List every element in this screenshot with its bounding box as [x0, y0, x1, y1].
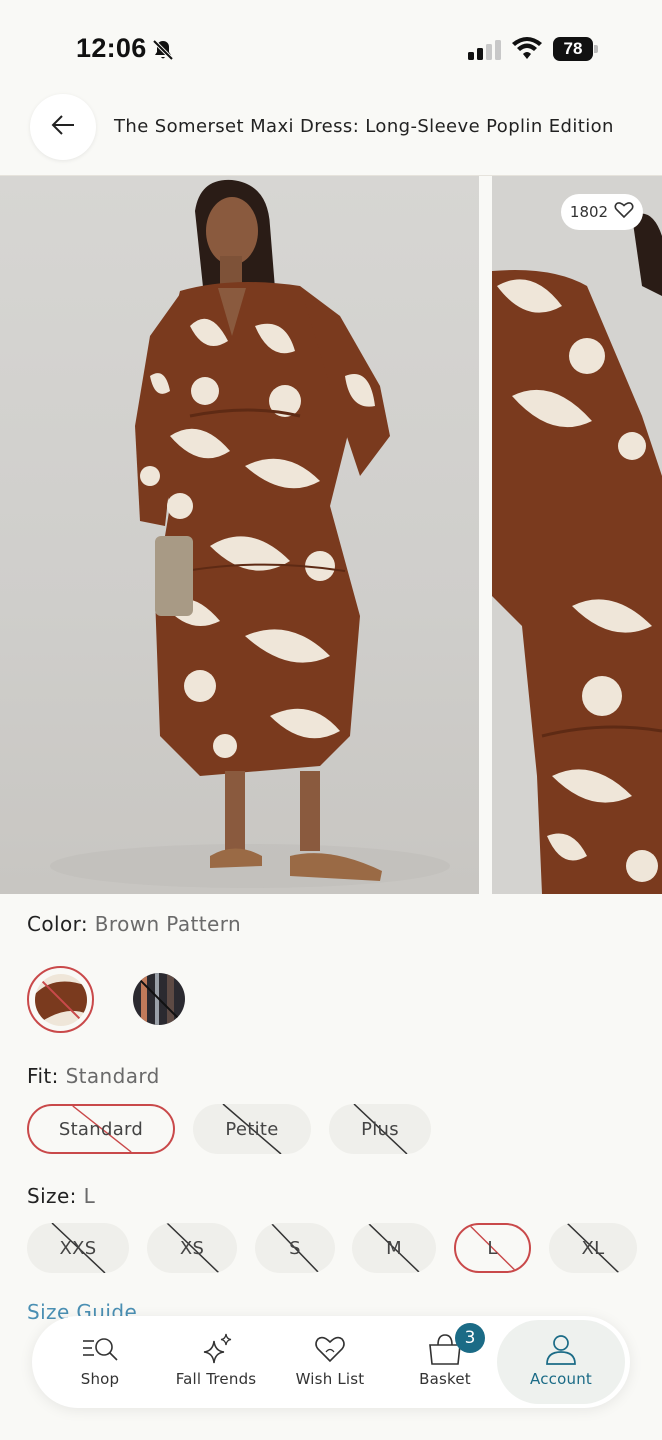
user-icon: [545, 1332, 577, 1366]
color-value: Brown Pattern: [94, 912, 242, 936]
size-option-label: M: [386, 1237, 402, 1259]
like-count: 1802: [569, 203, 609, 221]
size-label-text: Size:: [27, 1184, 77, 1208]
size-option-xl[interactable]: XL: [549, 1223, 637, 1273]
size-option-label: XS: [179, 1237, 205, 1259]
fit-option-label: Petite: [225, 1118, 279, 1140]
size-option-m[interactable]: M: [352, 1223, 436, 1273]
nav-label: Fall Trends: [175, 1370, 257, 1388]
product-header: The Somerset Maxi Dress: Long-Sleeve Pop…: [0, 90, 662, 176]
battery-icon: 78: [553, 37, 599, 61]
battery-level: 78: [553, 37, 593, 61]
color-label-text: Color:: [27, 912, 89, 936]
product-gallery[interactable]: [0, 176, 662, 894]
nav-item-wish-list[interactable]: Wish List: [290, 1316, 370, 1408]
nav-label: Shop: [80, 1370, 120, 1388]
like-button[interactable]: 1802: [561, 194, 643, 230]
nav-label: Basket: [419, 1370, 471, 1388]
product-image-secondary[interactable]: [492, 176, 662, 894]
arrow-left-icon: [49, 111, 77, 143]
fit-option-label: Plus: [361, 1118, 399, 1140]
size-option-label: XL: [581, 1237, 605, 1259]
size-option-label: S: [289, 1237, 301, 1259]
fit-value: Standard: [65, 1064, 160, 1088]
wifi-icon: [512, 37, 542, 65]
fit-option-label: Standard: [58, 1118, 144, 1140]
size-option-s[interactable]: S: [255, 1223, 335, 1273]
bottom-nav: Shop Fall Trends Wish List Basket Accoun…: [32, 1316, 630, 1408]
basket-count-badge: 3: [455, 1323, 485, 1353]
status-bar: 12:06 78: [0, 0, 662, 100]
fit-option-petite[interactable]: Petite: [193, 1104, 311, 1154]
cellular-signal-icon: [468, 40, 502, 64]
page-title: The Somerset Maxi Dress: Long-Sleeve Pop…: [114, 116, 614, 137]
color-swatch-brown[interactable]: [35, 974, 87, 1026]
fit-option-plus[interactable]: Plus: [329, 1104, 431, 1154]
heart-icon: [614, 201, 634, 223]
nav-label: Wish List: [295, 1370, 365, 1388]
size-label: Size: L: [27, 1184, 95, 1208]
color-label: Color: Brown Pattern: [27, 912, 241, 936]
fit-label: Fit: Standard: [27, 1064, 160, 1088]
bell-slash-icon: [151, 38, 175, 66]
nav-item-account[interactable]: Account: [521, 1316, 601, 1408]
sparkles-icon: [198, 1332, 234, 1366]
product-image-main[interactable]: [0, 176, 479, 894]
fit-label-text: Fit:: [27, 1064, 59, 1088]
nav-label: Account: [530, 1370, 592, 1388]
heart-icon: [314, 1332, 346, 1366]
size-option-label: XXS: [59, 1237, 97, 1259]
size-option-label: L: [487, 1237, 498, 1259]
size-value: L: [83, 1184, 96, 1208]
back-button[interactable]: [30, 94, 96, 160]
size-option-xxs[interactable]: XXS: [27, 1223, 129, 1273]
status-time: 12:06: [76, 33, 147, 63]
nav-item-shop[interactable]: Shop: [60, 1316, 140, 1408]
search-menu-icon: [82, 1332, 118, 1366]
color-swatch-dark[interactable]: [133, 973, 185, 1025]
nav-item-fall-trends[interactable]: Fall Trends: [168, 1316, 264, 1408]
fit-option-standard[interactable]: Standard: [27, 1104, 175, 1154]
size-option-l[interactable]: L: [454, 1223, 531, 1273]
size-option-xs[interactable]: XS: [147, 1223, 237, 1273]
